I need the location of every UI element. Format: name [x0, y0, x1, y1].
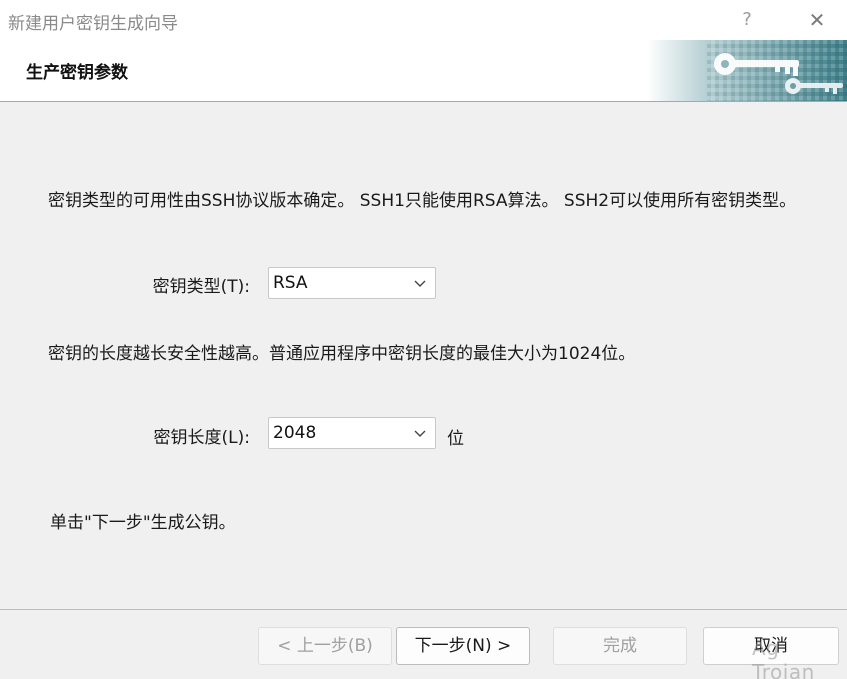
- instruction-text: 单击"下一步"生成公钥。: [50, 513, 236, 533]
- key-length-dropdown[interactable]: 2048: [268, 417, 436, 449]
- key-type-description: 密钥类型的可用性由SSH协议版本确定。 SSH1只能使用RSA算法。 SSH2可…: [48, 191, 797, 211]
- finish-button[interactable]: 完成: [553, 627, 687, 665]
- button-bar: < 上一步(B) 下一步(N) > 完成 取消: [0, 609, 847, 679]
- key-banner-icon: [647, 40, 847, 101]
- key-length-value: 2048: [273, 423, 317, 443]
- chevron-down-icon: [414, 280, 426, 287]
- key-type-value: RSA: [273, 273, 308, 293]
- back-button[interactable]: < 上一步(B): [258, 627, 392, 665]
- key-type-label: 密钥类型(T):: [152, 277, 250, 297]
- key-length-label: 密钥长度(L):: [153, 428, 250, 448]
- key-length-unit: 位: [447, 429, 464, 449]
- key-length-description: 密钥的长度越长安全性越高。普通应用程序中密钥长度的最佳大小为1024位。: [48, 344, 636, 364]
- key-type-dropdown[interactable]: RSA: [268, 267, 436, 299]
- page-heading: 生产密钥参数: [26, 63, 128, 83]
- window-title: 新建用户密钥生成向导: [8, 14, 178, 34]
- close-button[interactable]: ✕: [801, 6, 833, 34]
- wizard-header: 生产密钥参数: [0, 40, 847, 102]
- title-bar: 新建用户密钥生成向导 ? ✕: [0, 0, 847, 40]
- next-button[interactable]: 下一步(N) >: [396, 627, 530, 665]
- help-button[interactable]: ?: [736, 6, 758, 34]
- chevron-down-icon: [414, 430, 426, 437]
- watermark: Ag Trojan: [752, 636, 815, 679]
